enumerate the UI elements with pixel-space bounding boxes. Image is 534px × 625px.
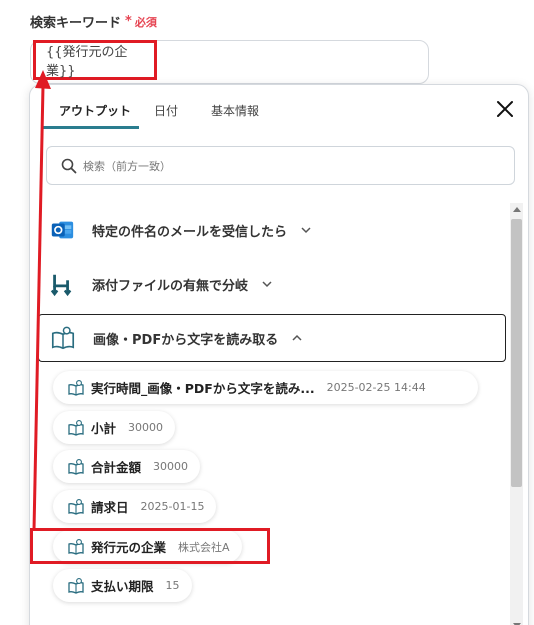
tab-bar: アウトプット 日付 基本情報 — [30, 85, 528, 129]
required-mark: * — [125, 14, 132, 29]
outlook-icon — [48, 216, 76, 244]
keyword-value-highlight[interactable]: {{発行元の企業}} — [33, 40, 157, 80]
item-name: 合計金額 — [91, 460, 142, 475]
search-placeholder: 検索（前方一致） — [83, 159, 171, 173]
output-item[interactable]: 合計金額 30000 — [53, 450, 201, 483]
ocr-book-icon — [68, 458, 84, 475]
ocr-book-icon — [68, 419, 84, 436]
field-label: 検索キーワード * 必須 — [30, 12, 157, 31]
section-label: 画像・PDFから文字を読み取る — [93, 332, 279, 348]
output-item[interactable]: 小計 30000 — [53, 411, 176, 444]
item-name: 小計 — [91, 421, 117, 436]
chevron-down-icon — [301, 227, 311, 234]
ocr-book-icon — [68, 379, 84, 396]
scroll-up-arrow-icon[interactable] — [513, 207, 521, 212]
chevron-up-icon — [292, 334, 302, 341]
close-icon[interactable] — [495, 99, 515, 119]
scroll-thumb[interactable] — [511, 219, 522, 487]
item-value: 2025-02-25 14:44 — [326, 381, 426, 394]
ocr-book-icon — [68, 577, 84, 594]
output-item[interactable]: 実行時間_画像・PDFから文字を読み... 2025-02-25 14:44 — [53, 371, 478, 404]
item-value: 2025-01-15 — [140, 500, 205, 513]
item-name: 請求日 — [91, 500, 129, 515]
chevron-down-icon — [262, 281, 272, 288]
output-item[interactable]: 支払い期限 15 — [53, 569, 192, 602]
selection-highlight-box — [30, 528, 270, 564]
scrollbar[interactable] — [510, 203, 523, 625]
section-ocr[interactable]: 画像・PDFから文字を読み取る — [38, 314, 506, 362]
section-label: 添付ファイルの有無で分岐 — [92, 278, 249, 294]
item-value: 30000 — [128, 421, 164, 434]
active-tab-indicator — [42, 126, 139, 129]
section-label: 特定の件名のメールを受信したら — [92, 224, 288, 240]
tab-basic-info[interactable]: 基本情報 — [211, 102, 259, 119]
required-text: 必須 — [134, 15, 157, 29]
item-name: 支払い期限 — [91, 579, 154, 594]
section-mail-trigger[interactable]: 特定の件名のメールを受信したら — [38, 206, 506, 254]
ocr-book-icon — [68, 498, 84, 515]
tab-date[interactable]: 日付 — [154, 102, 178, 119]
item-value: 15 — [165, 579, 180, 592]
keyword-value: {{発行元の企業}} — [46, 45, 128, 79]
ocr-book-icon — [49, 324, 77, 352]
section-attachment-branch[interactable]: 添付ファイルの有無で分岐 — [38, 260, 506, 308]
branch-icon — [48, 270, 76, 298]
field-label-text: 検索キーワード — [30, 16, 122, 31]
output-search-input[interactable]: 検索（前方一致） — [46, 146, 515, 185]
output-item[interactable]: 請求日 2025-01-15 — [53, 490, 217, 523]
search-icon — [61, 158, 77, 173]
item-name: 実行時間_画像・PDFから文字を読み... — [91, 381, 315, 396]
tab-output[interactable]: アウトプット — [59, 102, 131, 119]
item-value: 30000 — [153, 460, 189, 473]
